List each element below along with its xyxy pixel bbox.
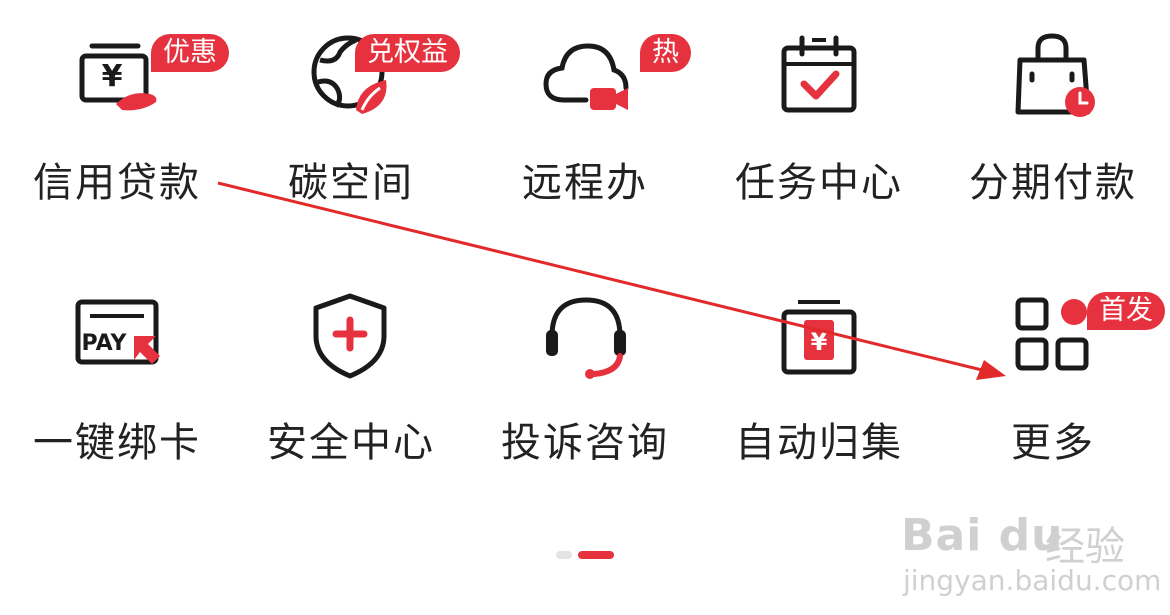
page-indicator[interactable] — [556, 551, 616, 559]
watermark-brand: Bai du — [901, 510, 1064, 561]
page-dot-2-active[interactable] — [578, 551, 614, 559]
watermark-url: jingyan.baidu.com — [903, 564, 1162, 597]
baidu-watermark: Bai du 经验 jingyan.baidu.com — [895, 490, 1165, 610]
page-dot-1[interactable] — [556, 551, 572, 559]
